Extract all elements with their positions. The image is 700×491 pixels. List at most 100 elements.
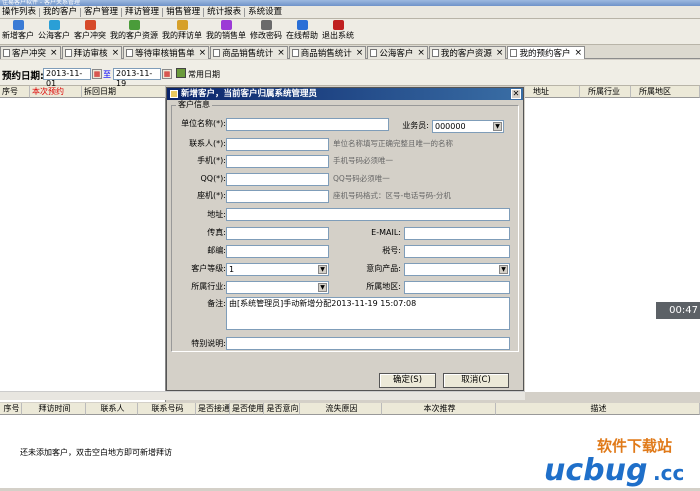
toolbar-button-label: 修改密码 — [250, 31, 282, 40]
toolbar-button-exit[interactable]: 退出系统 — [320, 19, 356, 45]
menu-reports[interactable]: 统计报表 — [205, 6, 243, 19]
tab-4[interactable]: 商品销售统计 × — [288, 46, 367, 59]
toolbar-button-add-customer[interactable]: 新增客户 — [0, 19, 36, 45]
bottom-column-header[interactable]: 是否意向 — [264, 403, 300, 415]
chevron-down-icon[interactable]: ▼ — [318, 265, 327, 274]
fax-input[interactable] — [226, 227, 329, 240]
bottom-column-header[interactable]: 联系人 — [86, 403, 138, 415]
conflict-icon — [84, 20, 96, 30]
document-icon — [510, 49, 518, 57]
document-icon — [291, 49, 299, 57]
toolbar-button-label: 在线帮助 — [286, 31, 318, 40]
ok-button[interactable]: 确定(S) — [379, 373, 436, 388]
horizontal-scrollbar[interactable] — [0, 391, 525, 400]
toolbar-button-label: 新增客户 — [2, 31, 34, 40]
appointment-list-right[interactable]: 地址 所属行业 所属地区 — [525, 86, 700, 392]
toolbar-button-resource[interactable]: 我的客户资源 — [108, 19, 160, 45]
toolbar-button-label: 我的销售单 — [206, 31, 246, 40]
tab-3[interactable]: 商品销售统计 × — [210, 46, 288, 59]
level-select[interactable]: 1 ▼ — [226, 263, 329, 276]
contact-input[interactable] — [226, 138, 329, 151]
postcode-label: 邮编: — [207, 246, 226, 255]
chevron-down-icon[interactable]: ▼ — [318, 283, 327, 292]
bottom-column-header[interactable]: 是否使用 — [230, 403, 264, 415]
date-to-calendar-icon[interactable]: ▦ — [162, 69, 172, 79]
watermark-suffix: .cc — [653, 461, 684, 485]
close-icon[interactable]: × — [199, 48, 207, 58]
toolbar-button-ocean[interactable]: 公海客户 — [36, 19, 72, 45]
date-from-input[interactable]: 2013-11-01 — [43, 68, 91, 88]
menu-divider — [80, 7, 82, 17]
postcode-input[interactable] — [226, 245, 329, 258]
close-icon[interactable]: × — [50, 48, 58, 58]
toolbar-button-sales[interactable]: 我的销售单 — [204, 19, 248, 45]
email-input[interactable] — [404, 227, 510, 240]
document-icon — [431, 49, 439, 57]
toolbar-button-label: 我的客户资源 — [110, 31, 158, 40]
industry-select[interactable]: ▼ — [226, 281, 329, 294]
column-header-industry[interactable]: 所属行业 — [580, 86, 631, 98]
level-label: 客户等级: — [191, 264, 226, 273]
help-icon — [296, 20, 308, 30]
menu-settings[interactable]: 系统设置 — [246, 6, 284, 19]
tab-0[interactable]: 客户冲突 × — [0, 46, 61, 59]
mobile-input[interactable] — [226, 155, 329, 168]
bottom-column-header[interactable]: 流失原因 — [300, 403, 382, 415]
region-input[interactable] — [404, 281, 510, 294]
close-icon[interactable]: × — [112, 48, 120, 58]
tab-7[interactable]: 我的预约客户 × — [507, 46, 585, 59]
qq-input[interactable] — [226, 173, 329, 186]
menu-sales-management[interactable]: 销售管理 — [164, 6, 202, 19]
close-icon[interactable]: × — [574, 48, 582, 58]
date-from-calendar-icon[interactable]: ▦ — [92, 69, 102, 79]
close-icon[interactable]: × — [496, 48, 504, 58]
tab-1[interactable]: 拜访审核 × — [61, 46, 123, 59]
menu-operations[interactable]: 操作列表 — [0, 6, 38, 19]
company-input[interactable] — [226, 118, 389, 131]
region-label: 所属地区: — [366, 282, 401, 291]
menu-customer-management[interactable]: 客户管理 — [82, 6, 120, 19]
tab-label: 商品销售统计 — [222, 49, 274, 59]
toolbar-button-help[interactable]: 在线帮助 — [284, 19, 320, 45]
column-header-address[interactable]: 地址 — [525, 86, 580, 98]
cancel-button[interactable]: 取消(C) — [443, 373, 509, 388]
chevron-down-icon[interactable]: ▼ — [499, 265, 508, 274]
close-icon[interactable]: × — [277, 48, 285, 58]
intent-product-label: 意向产品: — [366, 264, 401, 273]
tab-label: 等待审核销售单 — [135, 49, 195, 59]
tab-6[interactable]: 我的客户资源 × — [428, 46, 507, 59]
toolbar-button-visit[interactable]: 我的拜访单 — [160, 19, 204, 45]
salesman-select[interactable]: 000000 ▼ — [432, 120, 504, 133]
column-header-index[interactable]: 序号 — [0, 86, 30, 98]
close-icon[interactable]: × — [356, 48, 364, 58]
special-note-input[interactable] — [226, 337, 510, 350]
bottom-column-header[interactable]: 拜访时间 — [22, 403, 86, 415]
menu-visit-management[interactable]: 拜访管理 — [123, 6, 161, 19]
column-header-return-date[interactable]: 拆回日期 — [82, 86, 166, 98]
tax-input[interactable] — [404, 245, 510, 258]
toolbar-button-password[interactable]: 修改密码 — [248, 19, 284, 45]
column-header-appointment[interactable]: 本次预约 — [30, 86, 82, 98]
close-icon[interactable]: × — [417, 48, 425, 58]
common-dates-icon[interactable] — [176, 68, 186, 78]
remark-textarea[interactable]: 由[系统管理员]手动新增分配2013-11-19 15:07:08 — [226, 297, 510, 330]
chevron-down-icon[interactable]: ▼ — [493, 122, 502, 131]
intent-product-select[interactable]: ▼ — [404, 263, 510, 276]
address-input[interactable] — [226, 208, 510, 221]
bottom-column-header[interactable]: 描述 — [496, 403, 700, 415]
landline-input[interactable] — [226, 190, 329, 203]
appointment-list-left[interactable]: 序号 本次预约 拆回日期 — [0, 86, 166, 402]
toolbar-button-conflict[interactable]: 客户冲突 — [72, 19, 108, 45]
close-icon[interactable]: ✕ — [511, 89, 521, 99]
salesman-value: 000000 — [435, 122, 466, 131]
bottom-column-header[interactable]: 联系号码 — [138, 403, 196, 415]
bottom-column-header[interactable]: 序号 — [0, 403, 22, 415]
tab-2[interactable]: 等待审核销售单 × — [123, 46, 210, 59]
bottom-column-header[interactable]: 本次推荐 — [382, 403, 496, 415]
tab-5[interactable]: 公海客户 × — [367, 46, 428, 59]
bottom-column-header[interactable]: 是否接通 — [196, 403, 230, 415]
date-to-input[interactable]: 2013-11-19 — [113, 68, 161, 88]
common-dates-button[interactable]: 常用日期 — [188, 69, 220, 80]
menu-my-customers[interactable]: 我的客户 — [41, 6, 79, 19]
column-header-region[interactable]: 所属地区 — [631, 86, 700, 98]
